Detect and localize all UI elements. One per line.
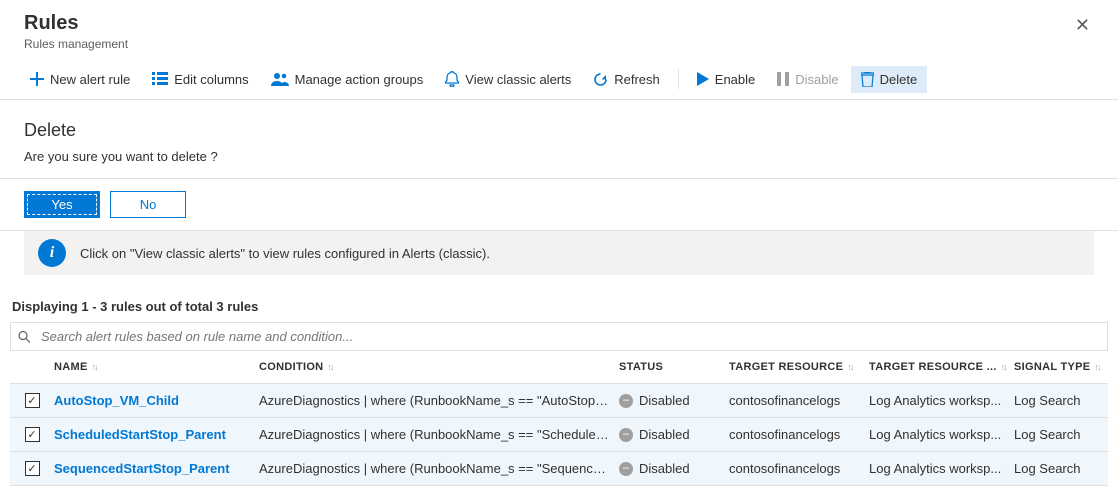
table-row[interactable]: AutoStop_VM_ChildAzureDiagnostics | wher… xyxy=(10,384,1108,418)
search-box xyxy=(10,322,1108,351)
toolbar-divider xyxy=(678,69,679,89)
bell-icon xyxy=(445,71,459,87)
manage-action-groups-button[interactable]: Manage action groups xyxy=(261,66,434,93)
search-input[interactable] xyxy=(10,322,1108,351)
page-header: Rules Rules management ✕ xyxy=(0,0,1118,59)
confirm-title: Delete xyxy=(24,120,1094,141)
row-name[interactable]: ScheduledStartStop_Parent xyxy=(54,427,259,442)
no-button[interactable]: No xyxy=(110,191,186,218)
view-classic-alerts-button[interactable]: View classic alerts xyxy=(435,65,581,93)
toolbar-label: Disable xyxy=(795,72,838,87)
info-icon: i xyxy=(38,239,66,267)
row-condition: AzureDiagnostics | where (RunbookName_s … xyxy=(259,427,619,442)
grid-header: Name↑↓ Condition↑↓ Status Target Resourc… xyxy=(10,351,1108,384)
row-checkbox[interactable] xyxy=(25,427,40,442)
row-target: contosofinancelogs xyxy=(729,393,869,408)
confirm-question: Are you sure you want to delete ? xyxy=(24,149,1094,164)
enable-button[interactable]: Enable xyxy=(687,66,765,93)
row-type: Log Analytics worksp... xyxy=(869,393,1014,408)
toolbar: New alert rule Edit columns Manage actio… xyxy=(0,59,1118,100)
row-target: contosofinancelogs xyxy=(729,427,869,442)
row-target: contosofinancelogs xyxy=(729,461,869,476)
sort-icon: ↑↓ xyxy=(327,362,332,372)
result-count: Displaying 1 - 3 rules out of total 3 ru… xyxy=(10,287,1108,322)
toolbar-label: Delete xyxy=(880,72,918,87)
row-condition: AzureDiagnostics | where (RunbookName_s … xyxy=(259,393,619,408)
table-row[interactable]: ScheduledStartStop_ParentAzureDiagnostic… xyxy=(10,418,1108,452)
status-disabled-icon: – xyxy=(619,394,633,408)
row-status: –Disabled xyxy=(619,461,729,476)
row-checkbox[interactable] xyxy=(25,393,40,408)
info-banner: i Click on "View classic alerts" to view… xyxy=(24,231,1094,275)
status-disabled-icon: – xyxy=(619,428,633,442)
page-subtitle: Rules management xyxy=(24,37,128,51)
row-signal: Log Search xyxy=(1014,427,1104,442)
row-status-text: Disabled xyxy=(639,427,690,442)
col-status-header[interactable]: Status xyxy=(619,361,729,373)
header-left: Rules Rules management xyxy=(24,12,128,51)
col-type-header[interactable]: Target Resource ...↑↓ xyxy=(869,361,1014,373)
row-status-text: Disabled xyxy=(639,393,690,408)
row-name[interactable]: AutoStop_VM_Child xyxy=(54,393,259,408)
row-name[interactable]: SequencedStartStop_Parent xyxy=(54,461,259,476)
rules-content: Displaying 1 - 3 rules out of total 3 ru… xyxy=(0,287,1118,498)
toolbar-label: View classic alerts xyxy=(465,72,571,87)
row-status: –Disabled xyxy=(619,393,729,408)
toolbar-label: New alert rule xyxy=(50,72,130,87)
row-type: Log Analytics worksp... xyxy=(869,461,1014,476)
columns-icon xyxy=(152,72,168,86)
sort-icon: ↑↓ xyxy=(847,362,852,372)
disable-button: Disable xyxy=(767,66,848,93)
trash-icon xyxy=(861,72,874,87)
refresh-icon xyxy=(593,72,608,87)
delete-confirm-panel: Delete Are you sure you want to delete ? xyxy=(0,100,1118,179)
close-button[interactable]: ✕ xyxy=(1071,12,1094,38)
row-signal: Log Search xyxy=(1014,461,1104,476)
yes-button[interactable]: Yes xyxy=(24,191,100,218)
sort-icon: ↑↓ xyxy=(92,362,97,372)
row-checkbox-cell xyxy=(10,461,54,476)
grid-body: AutoStop_VM_ChildAzureDiagnostics | wher… xyxy=(10,384,1108,486)
confirm-buttons: Yes No xyxy=(0,179,1118,231)
col-signal-header[interactable]: Signal Type↑↓ xyxy=(1014,361,1104,373)
delete-button[interactable]: Delete xyxy=(851,66,928,93)
page-title: Rules xyxy=(24,12,128,35)
col-target-header[interactable]: Target Resource↑↓ xyxy=(729,361,869,373)
row-checkbox-cell xyxy=(10,427,54,442)
row-status: –Disabled xyxy=(619,427,729,442)
info-message: Click on "View classic alerts" to view r… xyxy=(80,246,490,261)
row-type: Log Analytics worksp... xyxy=(869,427,1014,442)
row-status-text: Disabled xyxy=(639,461,690,476)
status-disabled-icon: – xyxy=(619,462,633,476)
row-checkbox-cell xyxy=(10,393,54,408)
sort-icon: ↑↓ xyxy=(1094,362,1099,372)
people-icon xyxy=(271,72,289,86)
row-condition: AzureDiagnostics | where (RunbookName_s … xyxy=(259,461,619,476)
refresh-button[interactable]: Refresh xyxy=(583,66,670,93)
row-checkbox[interactable] xyxy=(25,461,40,476)
col-name-header[interactable]: Name↑↓ xyxy=(54,361,259,373)
row-signal: Log Search xyxy=(1014,393,1104,408)
toolbar-label: Enable xyxy=(715,72,755,87)
sort-icon: ↑↓ xyxy=(1001,362,1006,372)
new-alert-rule-button[interactable]: New alert rule xyxy=(20,66,140,93)
pause-icon xyxy=(777,72,789,86)
col-condition-header[interactable]: Condition↑↓ xyxy=(259,361,619,373)
toolbar-label: Refresh xyxy=(614,72,660,87)
edit-columns-button[interactable]: Edit columns xyxy=(142,66,258,93)
toolbar-label: Edit columns xyxy=(174,72,248,87)
plus-icon xyxy=(30,72,44,86)
play-icon xyxy=(697,72,709,86)
table-row[interactable]: SequencedStartStop_ParentAzureDiagnostic… xyxy=(10,452,1108,486)
toolbar-label: Manage action groups xyxy=(295,72,424,87)
search-icon xyxy=(18,330,31,343)
